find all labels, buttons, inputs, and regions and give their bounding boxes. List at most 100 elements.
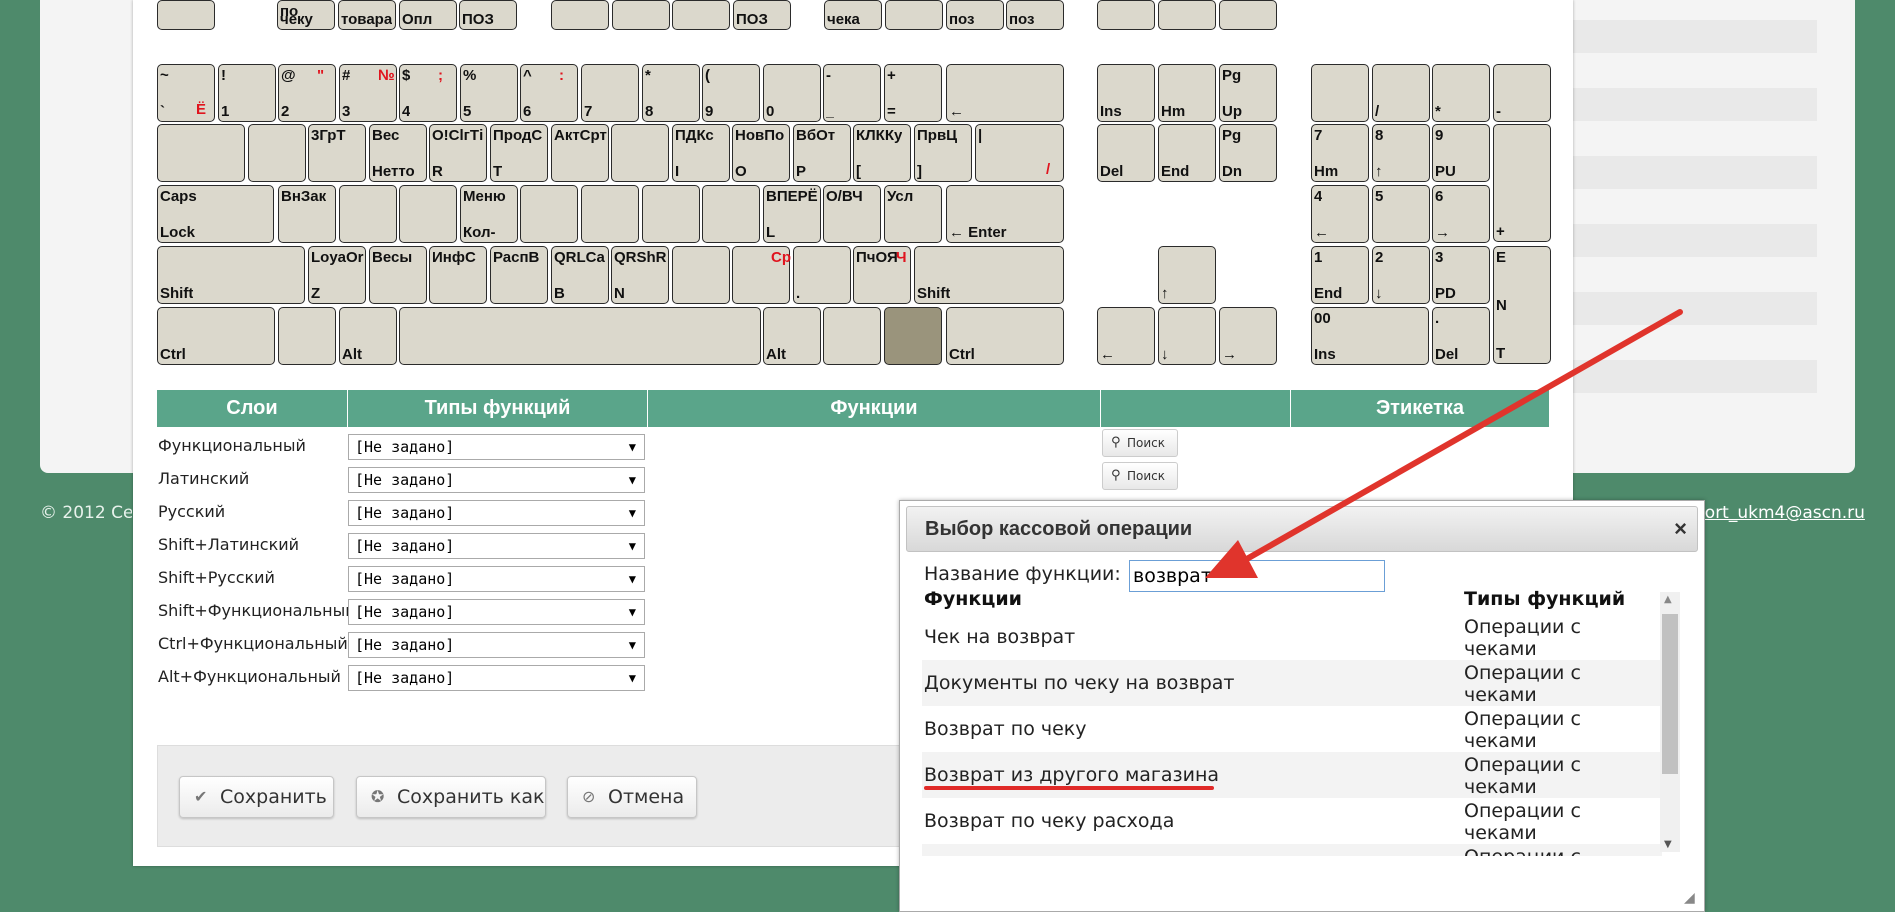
keyboard-key[interactable]: (9 (702, 64, 760, 122)
scroll-down-icon[interactable]: ▼ (1664, 839, 1672, 850)
list-item[interactable]: Документы по чеку на возврат Операции с ч… (922, 660, 1662, 706)
keyboard-key[interactable]: E T N (1493, 246, 1551, 364)
keyboard-key[interactable]: + (1493, 124, 1551, 242)
keyboard-key[interactable]: | / (975, 124, 1064, 182)
keyboard-key[interactable]: ПОЗ (459, 0, 517, 30)
keyboard-key[interactable] (611, 124, 669, 182)
keyboard-key[interactable]: Del (1097, 124, 1155, 182)
keyboard-key[interactable]: QRLCa B (551, 246, 609, 304)
keyboard-key[interactable]: ! 1 (218, 64, 276, 122)
keyboard-key[interactable]: * 8 (642, 64, 700, 122)
keyboard-key[interactable]: % 5 (460, 64, 518, 122)
keyboard-key[interactable]: АктСрт (551, 124, 609, 182)
function-type-select[interactable]: [Не задано] ▼ (348, 665, 645, 691)
keyboard-key[interactable]: товара (338, 0, 396, 30)
keyboard-key[interactable] (399, 307, 761, 365)
keyboard-key[interactable]: . Del (1432, 307, 1490, 365)
keyboard-key[interactable] (672, 0, 730, 30)
function-type-select[interactable]: [Не задано] ▼ (348, 632, 645, 658)
keyboard-key[interactable]: 7 (581, 64, 639, 122)
keyboard-key[interactable]: КЛККу [ (853, 124, 911, 182)
keyboard-key[interactable]: ИнфС (429, 246, 487, 304)
function-type-select[interactable]: [Не задано] ▼ (348, 566, 645, 592)
keyboard-key[interactable] (248, 124, 306, 182)
keyboard-key[interactable]: - _ (823, 64, 881, 122)
keyboard-key[interactable] (823, 307, 881, 365)
save-as-button[interactable]: ✪ Сохранить как (356, 776, 546, 818)
keyboard-key[interactable]: Ср (732, 246, 791, 304)
keyboard-key[interactable]: 3ГрТ (308, 124, 366, 182)
keyboard-key[interactable]: 2 ↓ (1372, 246, 1430, 304)
keyboard-key[interactable] (157, 124, 245, 182)
keyboard-key[interactable]: Shift (914, 246, 1064, 304)
function-type-select[interactable]: [Не задано] ▼ (348, 467, 645, 493)
keyboard-key[interactable] (278, 307, 336, 365)
list-item[interactable]: Возврат из другого магазина Операции с че… (922, 752, 1662, 798)
keyboard-key[interactable]: ~ ` Ё (157, 64, 215, 122)
dialog-titlebar[interactable]: Выбор кассовой операции × (906, 506, 1698, 552)
keyboard-key[interactable]: / (1372, 64, 1430, 122)
keyboard-key[interactable]: QRShR N (611, 246, 669, 304)
keyboard-key[interactable]: 7 Hm (1311, 124, 1369, 182)
keyboard-key[interactable] (1097, 0, 1155, 30)
keyboard-key[interactable]: Ctrl (946, 307, 1064, 365)
keyboard-key[interactable]: по чеку (277, 0, 335, 30)
keyboard-key[interactable]: Shift (157, 246, 305, 304)
keyboard-key[interactable]: Pg Up (1219, 64, 1277, 122)
keyboard-key[interactable]: Caps Lock (157, 185, 274, 243)
keyboard-key[interactable]: Ins (1097, 64, 1155, 122)
resize-grip-icon[interactable]: ◢ (1684, 890, 1695, 906)
keyboard-key[interactable]: О/ВЧ (823, 185, 881, 243)
keyboard-key[interactable]: Alt (763, 307, 821, 365)
list-item[interactable]: Возврат по чеку расхода Операции с чеками (922, 798, 1662, 844)
keyboard-key[interactable]: $4; (399, 64, 457, 122)
keyboard-key[interactable]: РаспВ (490, 246, 548, 304)
keyboard-key[interactable]: Опл (399, 0, 457, 30)
keyboard-key[interactable]: 5 (1372, 185, 1430, 243)
keyboard-key[interactable] (157, 0, 215, 30)
save-button[interactable]: ✔ Сохранить (179, 776, 334, 818)
keyboard-key[interactable]: ВбОт Р (793, 124, 851, 182)
keyboard-key[interactable]: Усл (884, 185, 942, 243)
cancel-button[interactable]: ⊘ Отмена (567, 776, 697, 818)
keyboard-key[interactable] (885, 0, 943, 30)
keyboard-key[interactable]: ↓ (1158, 307, 1216, 365)
keyboard-key[interactable]: LoyaOr Z (308, 246, 366, 304)
keyboard-key[interactable] (551, 0, 609, 30)
keyboard-key[interactable]: ^ 6: (520, 64, 578, 122)
keyboard-key[interactable] (612, 0, 670, 30)
keyboard-key[interactable]: Pg Dn (1219, 124, 1277, 182)
keyboard-key[interactable]: НовПо О (732, 124, 790, 182)
keyboard-key[interactable] (642, 185, 700, 243)
keyboard-key[interactable]: 9 PU (1432, 124, 1490, 182)
results-scrollbar[interactable]: ▲ ▼ (1660, 592, 1680, 852)
keyboard-key[interactable]: 4 ← (1311, 185, 1369, 243)
search-button[interactable]: ⚲ Поиск (1102, 429, 1178, 457)
keyboard-key[interactable]: Ctrl (157, 307, 275, 365)
keyboard-key[interactable]: поз (946, 0, 1004, 30)
keyboard-key[interactable]: поз (1006, 0, 1064, 30)
keyboard-key[interactable] (520, 185, 578, 243)
footer-email-link[interactable]: port_ukm4@ascn.ru (1694, 503, 1865, 523)
keyboard-key[interactable]: . (793, 246, 851, 304)
keyboard-key[interactable]: 8 ↑ (1372, 124, 1430, 182)
keyboard-key[interactable] (702, 185, 760, 243)
keyboard-key[interactable] (1311, 64, 1369, 122)
keyboard-key[interactable]: @2 " (278, 64, 336, 122)
search-button[interactable]: ⚲ Поиск (1102, 462, 1178, 490)
function-type-select[interactable]: [Не задано] ▼ (348, 599, 645, 625)
keyboard-key[interactable]: 6 → (1432, 185, 1490, 243)
function-type-select[interactable]: [Не задано] ▼ (348, 500, 645, 526)
keyboard-key[interactable]: ПДКс I (672, 124, 730, 182)
keyboard-key[interactable]: End (1158, 124, 1216, 182)
scroll-thumb[interactable] (1662, 614, 1678, 774)
scroll-up-icon[interactable]: ▲ (1664, 594, 1672, 605)
keyboard-key[interactable] (1158, 0, 1216, 30)
list-item[interactable]: Возврат по чеку Операции с чеками (922, 706, 1662, 752)
keyboard-key[interactable]: → (1219, 307, 1277, 365)
keyboard-key[interactable]: 0 (763, 64, 821, 122)
keyboard-key[interactable] (339, 185, 397, 243)
keyboard-key[interactable]: ← (946, 64, 1064, 122)
keyboard-key[interactable] (399, 185, 457, 243)
keyboard-key[interactable]: ВПЕРЁ L (763, 185, 821, 243)
